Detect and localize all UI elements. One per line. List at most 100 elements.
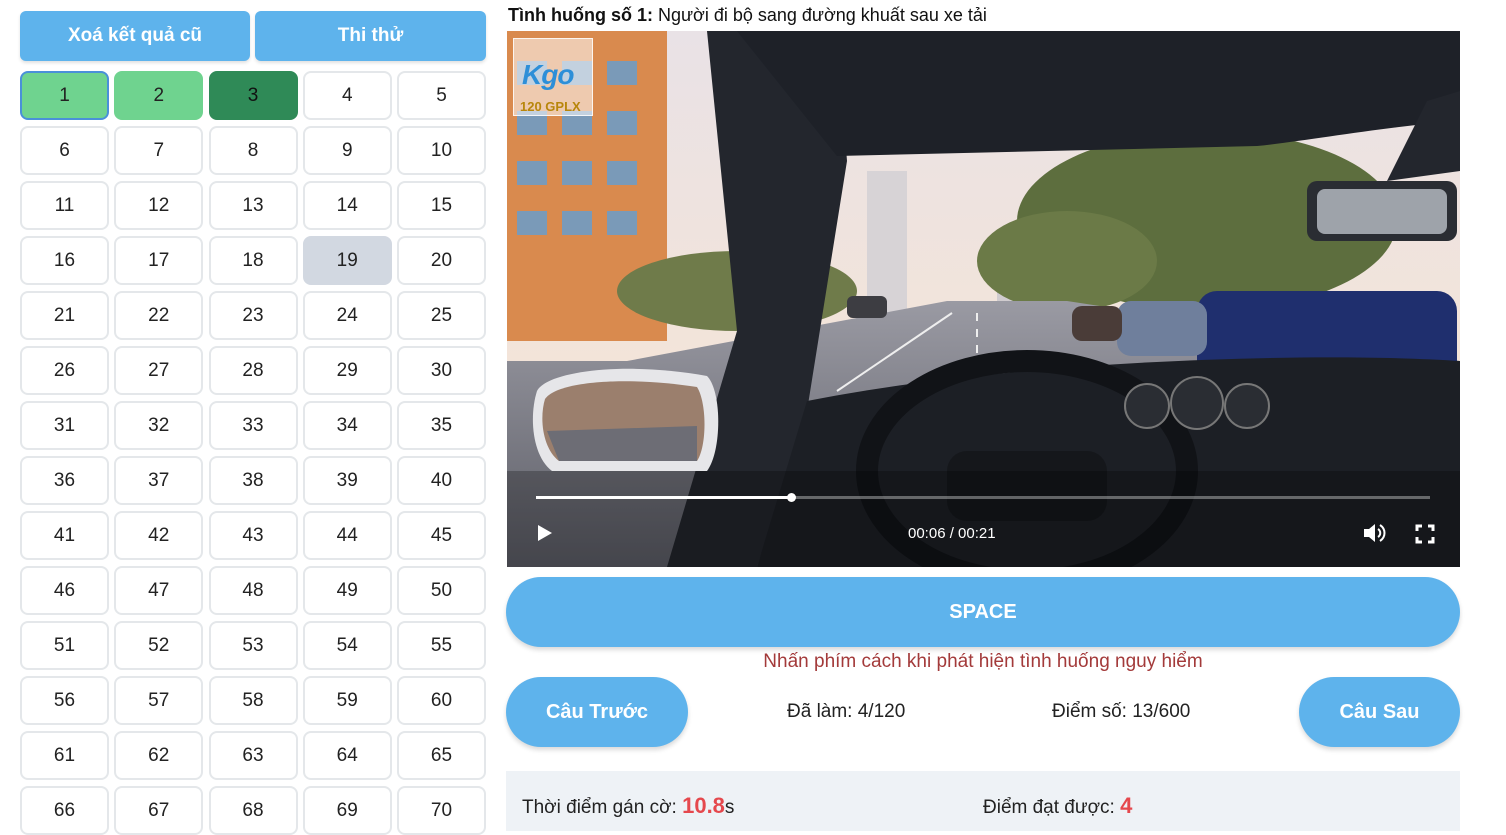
practice-test-button[interactable]: Thi thử (255, 11, 486, 61)
play-icon[interactable] (535, 523, 555, 543)
question-cell[interactable]: 17 (114, 236, 204, 285)
flag-time: Thời điểm gán cờ: 10.8s (522, 793, 734, 819)
hint-text: Nhấn phím cách khi phát hiện tình huống … (763, 651, 1203, 672)
question-cell[interactable]: 19 (302, 236, 392, 285)
question-cell[interactable]: 11 (20, 181, 109, 230)
question-cell[interactable]: 64 (302, 731, 392, 780)
points-value: 4 (1120, 793, 1133, 818)
question-cell[interactable]: 35 (397, 401, 486, 450)
question-cell[interactable]: 40 (397, 456, 486, 505)
question-cell[interactable]: 8 (208, 126, 298, 175)
question-cell[interactable]: 58 (208, 676, 298, 725)
question-cell[interactable]: 52 (114, 621, 204, 670)
next-question-button[interactable]: Câu Sau (1299, 677, 1460, 747)
question-cell[interactable]: 62 (114, 731, 204, 780)
question-cell[interactable]: 66 (20, 786, 109, 835)
question-cell[interactable]: 42 (114, 511, 204, 560)
question-cell[interactable]: 55 (397, 621, 486, 670)
kgo-logo: Kgo 120 GPLX (513, 38, 593, 116)
result-panel: Thời điểm gán cờ: 10.8s Điểm đạt được: 4 (506, 771, 1460, 831)
question-cell[interactable]: 60 (397, 676, 486, 725)
question-cell[interactable]: 36 (20, 456, 109, 505)
question-cell[interactable]: 6 (20, 126, 109, 175)
question-cell[interactable]: 16 (20, 236, 109, 285)
points-label: Điểm đạt được: (983, 797, 1121, 818)
video-player[interactable]: Kgo 120 GPLX 00:06 / 00:21 (507, 31, 1460, 567)
question-text: Người đi bộ sang đường khuất sau xe tải (652, 5, 987, 25)
question-cell[interactable]: 33 (208, 401, 298, 450)
question-cell[interactable]: 63 (208, 731, 298, 780)
question-cell[interactable]: 20 (397, 236, 486, 285)
question-cell[interactable]: 44 (302, 511, 392, 560)
question-cell[interactable]: 34 (302, 401, 392, 450)
question-cell[interactable]: 25 (397, 291, 486, 340)
question-cell[interactable]: 22 (114, 291, 204, 340)
question-cell[interactable]: 49 (302, 566, 392, 615)
question-cell[interactable]: 57 (114, 676, 204, 725)
flag-time-unit: s (724, 797, 735, 818)
question-cell[interactable]: 69 (302, 786, 392, 835)
question-cell[interactable]: 48 (208, 566, 298, 615)
question-cell[interactable]: 12 (114, 181, 204, 230)
question-cell[interactable]: 2 (114, 71, 204, 120)
question-cell[interactable]: 31 (20, 401, 109, 450)
question-cell[interactable]: 27 (114, 346, 204, 395)
question-cell[interactable]: 41 (20, 511, 109, 560)
question-number-label: Tình huống số 1: (508, 5, 653, 25)
question-cell[interactable]: 70 (397, 786, 486, 835)
progress-count: Đã làm: 4/120 (787, 701, 906, 722)
space-button[interactable]: SPACE (506, 577, 1460, 647)
question-cell[interactable]: 68 (208, 786, 298, 835)
question-cell[interactable]: 59 (302, 676, 392, 725)
driving-scene-image (507, 31, 1460, 567)
logo-text: Kgo (522, 59, 574, 90)
logo-subtitle: 120 GPLX (520, 99, 581, 114)
question-cell[interactable]: 1 (20, 71, 109, 120)
question-cell[interactable]: 67 (114, 786, 204, 835)
question-cell[interactable]: 65 (397, 731, 486, 780)
video-progress-bar[interactable] (536, 493, 1430, 502)
question-cell[interactable]: 37 (114, 456, 204, 505)
question-cell[interactable]: 14 (302, 181, 392, 230)
question-cell[interactable]: 23 (208, 291, 298, 340)
fullscreen-icon[interactable] (1415, 524, 1435, 544)
question-cell[interactable]: 46 (20, 566, 109, 615)
question-cell[interactable]: 28 (208, 346, 298, 395)
question-cell[interactable]: 61 (20, 731, 109, 780)
question-cell[interactable]: 39 (302, 456, 392, 505)
question-cell[interactable]: 13 (208, 181, 298, 230)
question-cell[interactable]: 53 (208, 621, 298, 670)
question-cell[interactable]: 10 (397, 126, 486, 175)
question-cell[interactable]: 47 (114, 566, 204, 615)
question-cell[interactable]: 56 (20, 676, 109, 725)
question-cell[interactable]: 24 (302, 291, 392, 340)
score-text: Điểm số: 13/600 (1052, 701, 1191, 722)
question-cell[interactable]: 43 (208, 511, 298, 560)
progress-fill (536, 496, 792, 499)
question-cell[interactable]: 45 (397, 511, 486, 560)
clear-results-button[interactable]: Xoá kết quả cũ (20, 11, 250, 61)
prev-question-button[interactable]: Câu Trước (506, 677, 688, 747)
question-cell[interactable]: 32 (114, 401, 204, 450)
question-cell[interactable]: 29 (302, 346, 392, 395)
question-cell[interactable]: 26 (20, 346, 109, 395)
volume-icon[interactable] (1362, 521, 1388, 545)
question-cell[interactable]: 15 (397, 181, 486, 230)
question-cell[interactable]: 9 (302, 126, 392, 175)
question-cell[interactable]: 7 (114, 126, 204, 175)
question-cell[interactable]: 21 (20, 291, 109, 340)
question-grid: 1 2 3 4 5 6 7 8 9 10 11 12 13 14 15 16 17 18 19 20 21 22 23 24 2… (20, 71, 486, 835)
flag-time-label: Thời điểm gán cờ: (522, 797, 683, 818)
question-cell[interactable]: 30 (397, 346, 486, 395)
video-time: 00:06 / 00:21 (908, 525, 996, 542)
question-cell[interactable]: 3 (208, 71, 298, 120)
question-cell[interactable]: 5 (397, 71, 486, 120)
question-cell[interactable]: 51 (20, 621, 109, 670)
question-cell[interactable]: 54 (302, 621, 392, 670)
question-cell[interactable]: 4 (302, 71, 392, 120)
question-cell[interactable]: 50 (397, 566, 486, 615)
question-cell[interactable]: 38 (208, 456, 298, 505)
points-earned: Điểm đạt được: 4 (983, 793, 1132, 819)
question-cell[interactable]: 18 (208, 236, 298, 285)
flag-time-value: 10.8 (682, 793, 725, 818)
